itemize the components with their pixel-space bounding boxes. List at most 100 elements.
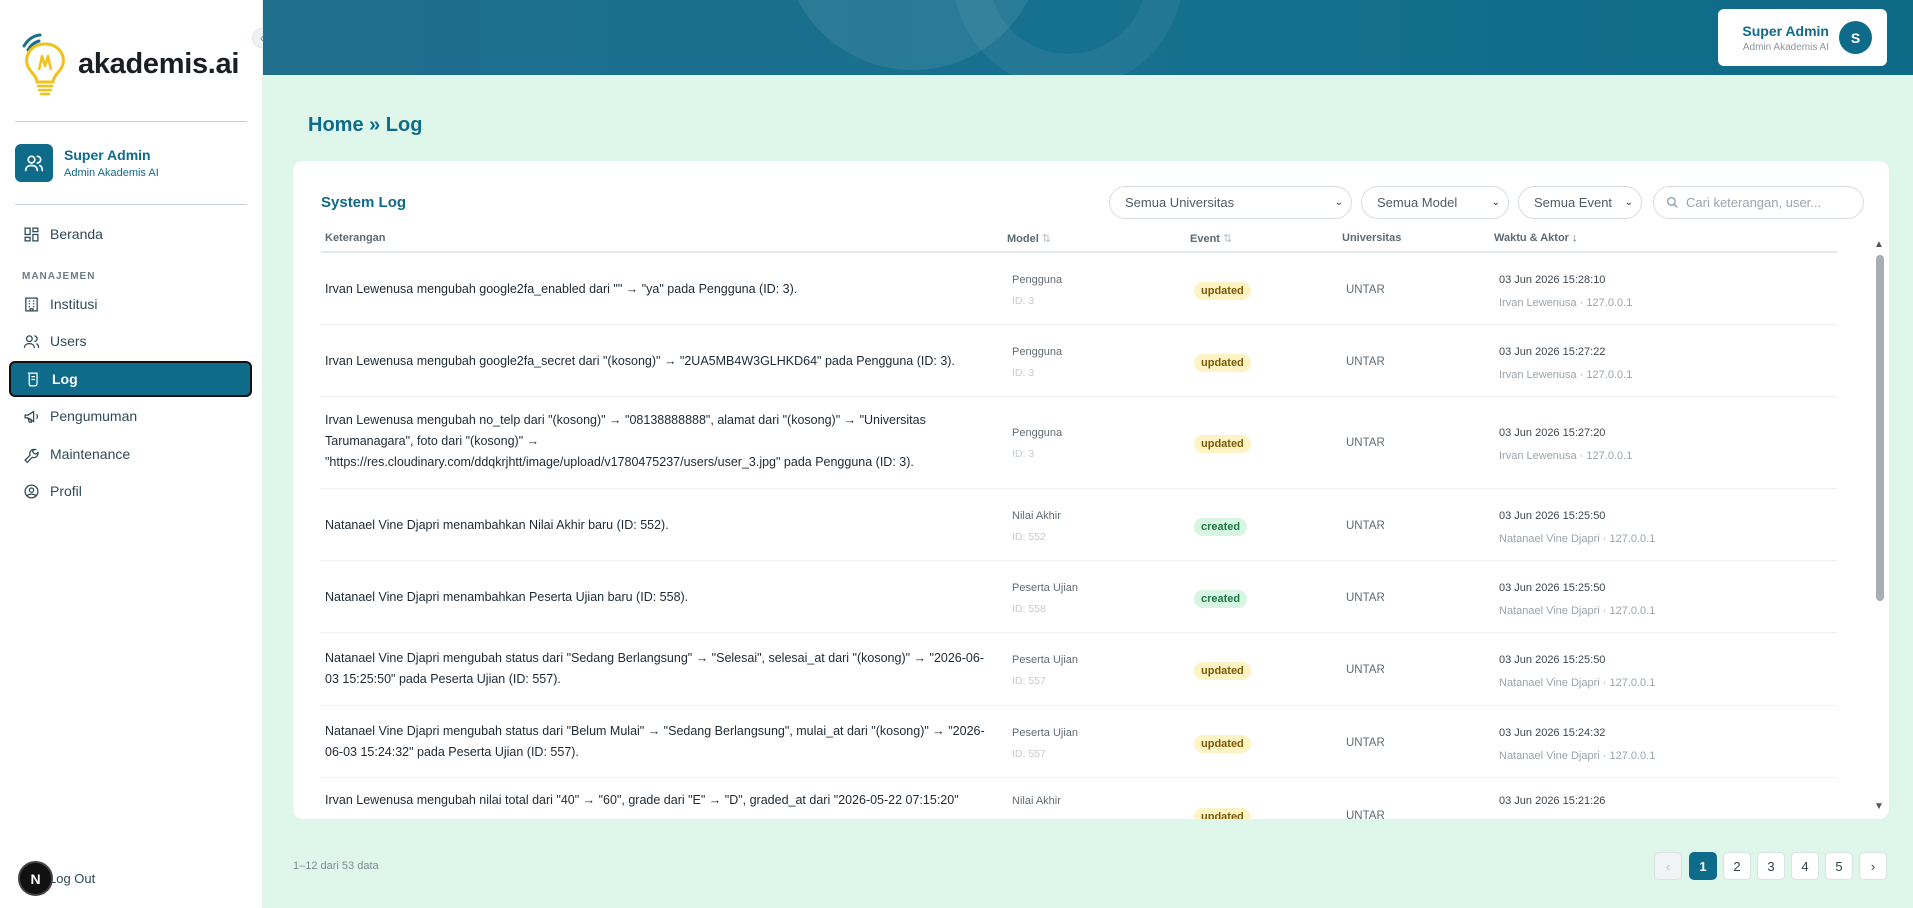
chevron-down-icon: ⌄ (1491, 197, 1500, 208)
status-badge: updated (1194, 735, 1251, 753)
log-description: Natanael Vine Djapri mengubah status dar… (325, 651, 984, 686)
brand-logo[interactable]: akademis.ai (20, 32, 239, 96)
sort-desc-icon: ↓ (1571, 232, 1578, 244)
sidebar-item-label: Profil (50, 483, 82, 499)
dev-indicator-badge[interactable]: N (18, 861, 53, 896)
profile-icon (24, 483, 39, 499)
search-field[interactable] (1653, 186, 1864, 219)
filter-event-select[interactable]: Semua Event ⌄ (1518, 186, 1642, 219)
pagination-prev-button[interactable]: ‹ (1654, 852, 1682, 880)
sidebar-user-card: Super Admin Admin Akademis AI (15, 144, 159, 182)
users-avatar-icon (15, 144, 53, 182)
log-model: Peserta Ujian ID: 557 (1012, 727, 1078, 760)
filter-model-select[interactable]: Semua Model ⌄ (1361, 186, 1509, 219)
log-time: 03 Jun 2026 15:27:20 (1499, 427, 1606, 439)
building-icon (25, 296, 38, 312)
scroll-up-icon[interactable]: ▲ (1874, 239, 1884, 250)
sidebar-item-label: Maintenance (50, 446, 131, 462)
sidebar-user-name: Super Admin (64, 147, 151, 163)
log-description: Irvan Lewenusa mengubah no_telp dari "(k… (325, 413, 926, 469)
sidebar-section-label: MANAJEMEN (22, 271, 96, 282)
log-model: Peserta Ujian ID: 557 (1012, 654, 1078, 687)
logout-button[interactable]: N Log Out (18, 861, 95, 896)
header-user-menu[interactable]: Super Admin Admin Akademis AI S (1718, 9, 1887, 66)
log-time-actor: 03 Jun 2026 15:21:26 (1499, 795, 1605, 807)
column-header-label: Waktu & Aktor (1494, 232, 1569, 244)
log-model: Pengguna ID: 3 (1012, 346, 1062, 379)
log-time-actor: 03 Jun 2026 15:25:50 Natanael Vine Djapri… (1499, 510, 1655, 545)
model-id: ID: 3 (1012, 367, 1035, 379)
sidebar-item-label: Institusi (50, 296, 98, 312)
log-universitas: UNTAR (1346, 592, 1385, 604)
log-description: Natanael Vine Djapri menambahkan Peserta… (325, 590, 689, 604)
status-badge: created (1194, 590, 1248, 608)
chevron-down-icon: ⌄ (1624, 197, 1633, 208)
pagination-page-4[interactable]: 4 (1791, 852, 1819, 880)
log-universitas: UNTAR (1346, 664, 1385, 676)
header-banner (263, 0, 1913, 75)
dashboard-icon (24, 226, 39, 242)
log-description: Natanael Vine Djapri menambahkan Nilai A… (325, 518, 669, 532)
sidebar-item-beranda[interactable]: Beranda (9, 216, 252, 252)
pagination-info: 1–12 dari 53 data (293, 860, 379, 872)
sidebar-divider (15, 204, 247, 205)
model-id: ID: 557 (1012, 748, 1046, 760)
search-input[interactable] (1686, 195, 1856, 210)
sidebar-item-pengumuman[interactable]: Pengumuman (9, 398, 252, 434)
log-description: Natanael Vine Djapri mengubah status dar… (325, 724, 985, 759)
sidebar-item-label: Beranda (50, 226, 103, 242)
sidebar-item-institusi[interactable]: Institusi (9, 286, 252, 322)
status-badge: updated (1194, 354, 1251, 372)
table-scrollbar[interactable]: ▲ ▼ (1873, 239, 1887, 813)
sidebar-divider (15, 121, 247, 122)
log-time: 03 Jun 2026 15:21:26 (1499, 795, 1606, 807)
chevron-down-icon: ⌄ (1334, 197, 1343, 208)
column-header-universitas: Universitas (1342, 232, 1402, 244)
pagination-page-2[interactable]: 2 (1723, 852, 1751, 880)
table-header: Keterangan Model ⇅ Event ⇅ Universitas Wak… (321, 223, 1837, 253)
table-row: Irvan Lewenusa mengubah google2fa_secret… (321, 325, 1837, 397)
log-time-actor: 03 Jun 2026 15:25:50 Natanael Vine Djapri… (1499, 582, 1655, 617)
filter-universitas-select[interactable]: Semua Universitas ⌄ (1109, 186, 1352, 219)
pagination-next-button[interactable]: › (1859, 852, 1887, 880)
model-id: ID: 552 (1012, 531, 1046, 543)
scroll-down-icon[interactable]: ▼ (1874, 801, 1884, 812)
pagination-page-1[interactable]: 1 (1689, 852, 1717, 880)
log-time: 03 Jun 2026 15:24:32 (1499, 727, 1606, 739)
system-log-card: System Log Semua Universitas ⌄ Semua Mod… (293, 161, 1889, 819)
status-badge: updated (1194, 282, 1251, 300)
sidebar: akademis.ai ‹ Super Admin Admin Akademis… (0, 0, 272, 908)
log-actor: Natanael Vine Djapri · 127.0.0.1 (1499, 677, 1656, 689)
column-header-waktu[interactable]: Waktu & Aktor ↓ (1494, 232, 1577, 244)
sidebar-item-log[interactable]: Log (9, 361, 252, 397)
log-actor: Irvan Lewenusa · 127.0.0.1 (1499, 450, 1633, 462)
card-title: System Log (321, 194, 407, 211)
sidebar-item-label: Pengumuman (50, 408, 138, 424)
table-row: Irvan Lewenusa mengubah nilai total dari… (321, 778, 1837, 819)
breadcrumb: Home » Log (308, 114, 423, 136)
log-actor: Natanael Vine Djapri · 127.0.0.1 (1499, 605, 1656, 617)
scrollbar-thumb[interactable] (1876, 255, 1884, 601)
log-model: Nilai Akhir ID: 552 (1012, 510, 1061, 543)
table-row: Natanael Vine Djapri mengubah status dar… (321, 633, 1837, 706)
model-id: ID: 557 (1012, 675, 1046, 687)
column-header-model[interactable]: Model ⇅ (1007, 232, 1051, 245)
megaphone-icon (24, 409, 39, 423)
model-name: Pengguna (1012, 427, 1063, 439)
table-row: Natanael Vine Djapri menambahkan Nilai A… (321, 489, 1837, 561)
model-name: Nilai Akhir (1012, 510, 1061, 522)
filter-event-value: Semua Event (1534, 195, 1613, 210)
filter-universitas-value: Semua Universitas (1125, 195, 1235, 210)
sidebar-item-maintenance[interactable]: Maintenance (9, 436, 252, 472)
pagination-page-3[interactable]: 3 (1757, 852, 1785, 880)
log-description: Irvan Lewenusa mengubah google2fa_secret… (325, 354, 955, 368)
column-header-label: Event (1190, 233, 1220, 245)
sort-icon: ⇅ (1041, 233, 1051, 245)
column-header-event[interactable]: Event ⇅ (1190, 232, 1232, 245)
log-model: Nilai Akhir (1012, 795, 1061, 807)
sidebar-item-profil[interactable]: Profil (9, 473, 252, 509)
log-time: 03 Jun 2026 15:25:50 (1499, 654, 1606, 666)
pagination-page-5[interactable]: 5 (1825, 852, 1853, 880)
sidebar-item-users[interactable]: Users (9, 323, 252, 359)
model-name: Peserta Ujian (1012, 654, 1079, 666)
